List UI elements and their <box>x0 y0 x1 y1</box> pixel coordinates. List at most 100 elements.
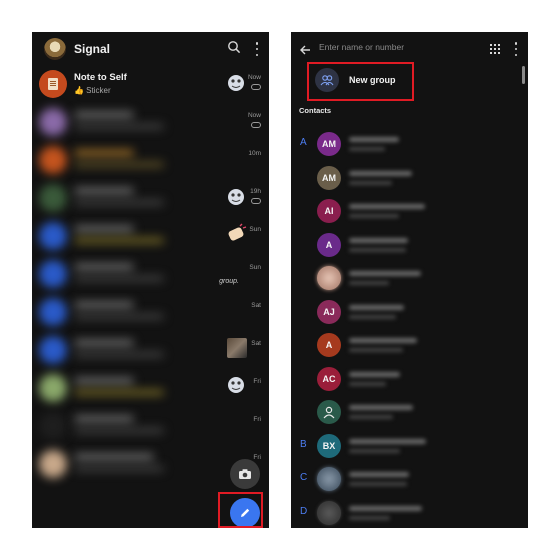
contact-avatar: AJ <box>317 299 341 324</box>
chat-time: Now <box>247 112 261 119</box>
contact-avatar <box>317 467 341 491</box>
chat-name <box>74 150 134 156</box>
chat-preview <box>74 200 164 205</box>
chat-time: Sat <box>251 340 261 347</box>
chat-item[interactable]: Fri <box>32 408 269 446</box>
group-preview-tail: group. <box>219 278 239 285</box>
dialpad-icon[interactable] <box>490 44 500 54</box>
contact-avatar: A <box>317 232 341 257</box>
section-letter: B <box>300 438 307 450</box>
back-arrow-icon[interactable] <box>299 43 311 61</box>
contact-avatar: A <box>317 333 341 357</box>
avatar <box>39 146 67 174</box>
contact-about <box>349 281 389 285</box>
chat-name <box>74 112 134 118</box>
contact-name <box>349 338 417 343</box>
contact-name <box>349 237 408 243</box>
contact-about <box>349 314 396 319</box>
chat-list-screen: Signal Note to Self 👍 Sticker Now Now 10… <box>32 32 269 528</box>
contact-row[interactable]: B BX <box>291 430 528 463</box>
contact-avatar: AM <box>317 132 341 156</box>
search-icon[interactable] <box>227 40 241 54</box>
chat-time: Sun <box>249 226 261 233</box>
contact-row[interactable]: AJ <box>291 296 528 329</box>
new-message-screen: Enter name or number New group Contacts … <box>291 32 528 528</box>
contact-row[interactable]: AI <box>291 195 528 228</box>
delivered-icon <box>251 84 261 90</box>
chat-item[interactable]: Sun <box>32 218 269 256</box>
contact-avatar <box>317 500 341 525</box>
contact-avatar: AI <box>317 199 341 223</box>
chat-name <box>74 226 134 232</box>
delivered-icon <box>251 122 261 128</box>
chat-time: 10m <box>248 150 261 157</box>
sticker-thumbnail <box>225 374 247 396</box>
avatar <box>39 222 67 250</box>
contact-row[interactable]: A <box>291 229 528 262</box>
chat-item[interactable]: Now <box>32 104 269 142</box>
chat-name <box>74 302 134 308</box>
contact-avatar: AC <box>317 366 341 391</box>
delivered-icon <box>251 198 261 204</box>
chat-item-note-to-self[interactable]: Note to Self 👍 Sticker Now <box>32 66 269 104</box>
chat-item[interactable]: Sat <box>32 332 269 370</box>
app-bar: Signal <box>32 32 269 66</box>
chat-item[interactable]: Fri <box>32 370 269 408</box>
contact-about <box>349 247 406 252</box>
chat-time: Fri <box>253 416 261 423</box>
chat-name <box>74 340 134 346</box>
camera-button[interactable] <box>230 459 260 489</box>
chat-item[interactable]: Sat <box>32 294 269 332</box>
avatar <box>39 108 67 136</box>
chat-preview <box>74 276 164 281</box>
profile-avatar[interactable] <box>44 38 66 60</box>
contact-about <box>349 214 399 218</box>
section-letter: D <box>300 505 308 517</box>
section-letter: A <box>300 137 307 148</box>
contact-name <box>349 472 409 477</box>
contact-avatar: BX <box>317 433 341 458</box>
chat-item[interactable]: group. Sun <box>32 256 269 294</box>
chat-name: Note to Self <box>74 72 127 83</box>
contact-row[interactable]: C <box>291 463 528 496</box>
contact-row[interactable] <box>291 396 528 429</box>
contact-row[interactable]: AM <box>291 162 528 195</box>
chat-preview <box>74 390 164 395</box>
camera-icon <box>239 469 251 479</box>
sticker-thumbnail <box>225 222 247 244</box>
section-letter: C <box>300 472 308 483</box>
contact-about <box>349 147 385 151</box>
contact-name <box>349 405 413 410</box>
contact-name <box>349 271 421 276</box>
chat-preview <box>74 238 164 243</box>
chat-item[interactable]: 19h <box>32 180 269 218</box>
more-vert-icon[interactable] <box>255 42 259 56</box>
chat-name <box>74 264 134 270</box>
contact-row[interactable] <box>291 262 528 295</box>
contact-avatar: AM <box>317 165 341 190</box>
sticker-thumbnail <box>225 186 247 208</box>
chat-time: Sun <box>249 264 261 271</box>
chat-item[interactable]: 10m <box>32 142 269 180</box>
chat-name <box>74 454 154 460</box>
contact-name <box>349 304 404 310</box>
contact-row[interactable]: D <box>291 497 528 529</box>
scrollbar[interactable] <box>522 66 525 84</box>
contact-name <box>349 204 425 209</box>
sticker-thumbnail <box>225 72 247 94</box>
contact-name <box>349 505 422 511</box>
chat-preview <box>74 314 164 319</box>
avatar <box>39 412 67 440</box>
contact-row[interactable]: A AM <box>291 128 528 161</box>
contact-name <box>349 137 399 142</box>
search-input[interactable]: Enter name or number <box>319 42 404 52</box>
contact-about <box>349 482 407 486</box>
chat-name <box>74 416 134 422</box>
contact-row[interactable]: AC <box>291 363 528 396</box>
chat-time: Fri <box>253 454 261 461</box>
contact-name <box>349 438 426 444</box>
contact-avatar <box>317 266 341 290</box>
contact-row[interactable]: A <box>291 329 528 362</box>
avatar <box>39 374 67 402</box>
more-vert-icon[interactable] <box>514 42 518 56</box>
